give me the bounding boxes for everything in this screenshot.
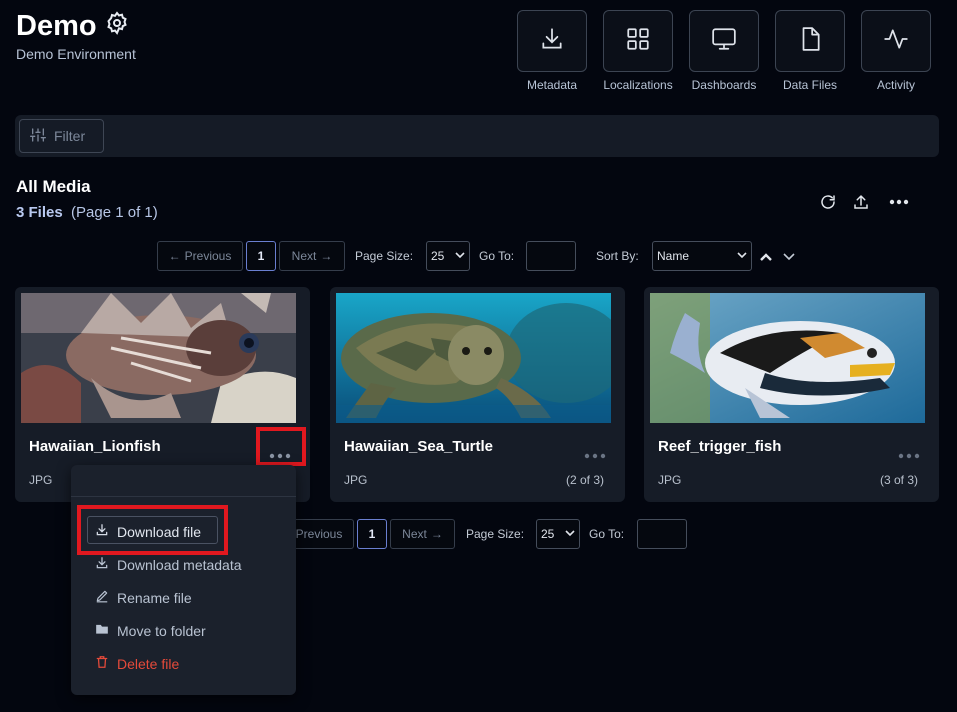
file-context-menu: Download file Download metadata Rename f… — [71, 465, 296, 695]
sort-by-label: Sort By: — [596, 249, 639, 263]
download-icon — [539, 26, 565, 57]
nav-activity-label: Activity — [876, 78, 915, 92]
card-name[interactable]: Hawaiian_Lionfish — [29, 438, 161, 455]
arrow-right-icon: → — [430, 527, 443, 541]
goto-input[interactable] — [526, 241, 576, 271]
lionfish-thumbnail[interactable] — [21, 293, 296, 423]
trigger-fish-thumbnail[interactable] — [650, 293, 925, 423]
menu-item-delete-file[interactable]: Delete file — [95, 655, 179, 672]
filter-button[interactable]: Filter — [19, 119, 104, 153]
filter-label: Filter — [54, 128, 86, 144]
activity-icon — [883, 26, 909, 57]
sea-turtle-thumbnail[interactable] — [336, 293, 611, 423]
goto-input-bottom[interactable] — [637, 519, 687, 549]
trash-icon — [95, 655, 109, 672]
nav-dashboards[interactable]: Dashboards — [689, 10, 759, 92]
sort-by-value: Name — [657, 249, 690, 263]
section-title: All Media — [16, 177, 91, 196]
gear-icon[interactable] — [105, 10, 129, 43]
page-size-select-bottom[interactable]: 25 — [536, 519, 580, 549]
download-icon — [95, 556, 109, 573]
menu-item-download-metadata[interactable]: Download metadata — [95, 556, 242, 573]
menu-item-move-to-folder[interactable]: Move to folder — [95, 622, 206, 639]
previous-button[interactable]: ← Previous — [157, 241, 243, 271]
menu-item-label: Download metadata — [117, 556, 242, 573]
menu-divider — [71, 496, 296, 497]
goto-label-bottom: Go To: — [589, 527, 625, 541]
media-card[interactable]: Reef_trigger_fish JPG (3 of 3) — [644, 287, 939, 502]
page-size-value: 25 — [431, 249, 445, 263]
chevron-down-icon — [455, 249, 465, 263]
menu-item-label: Rename file — [117, 589, 192, 606]
goto-label: Go To: — [479, 249, 515, 263]
page-title-text: Demo — [16, 10, 97, 42]
next-button-bottom[interactable]: Next → — [390, 519, 455, 549]
next-label: Next — [402, 527, 427, 541]
next-button[interactable]: Next → — [279, 241, 345, 271]
page-title: Demo — [16, 10, 129, 43]
pencil-icon — [95, 589, 109, 606]
grid-icon — [625, 26, 651, 57]
card-position: (2 of 3) — [565, 473, 604, 487]
card-type: JPG — [344, 473, 368, 487]
nav-activity[interactable]: Activity — [861, 10, 931, 92]
card-position: (3 of 3) — [879, 473, 918, 487]
previous-label: Previous — [184, 249, 232, 263]
page-1-button[interactable]: 1 — [246, 241, 276, 271]
sort-ascending-icon[interactable] — [759, 250, 773, 268]
refresh-icon[interactable] — [818, 192, 838, 212]
media-card[interactable]: Hawaiian_Sea_Turtle JPG (2 of 3) — [330, 287, 625, 502]
card-name[interactable]: Hawaiian_Sea_Turtle — [344, 438, 493, 455]
file-icon — [797, 26, 823, 57]
more-options-icon[interactable] — [889, 192, 909, 212]
page-size-select[interactable]: 25 — [426, 241, 470, 271]
next-label: Next — [291, 249, 317, 263]
nav-localizations[interactable]: Localizations — [603, 10, 673, 92]
menu-item-rename-file[interactable]: Rename file — [95, 589, 192, 606]
page-size-label-bottom: Page Size: — [466, 527, 525, 541]
folder-icon — [95, 622, 109, 639]
sort-descending-icon[interactable] — [782, 250, 796, 268]
page-1-button-bottom[interactable]: 1 — [357, 519, 387, 549]
file-count: 3 Files (Page 1 of 1) — [16, 204, 158, 221]
page-size-value: 25 — [541, 527, 555, 541]
more-options-icon[interactable] — [584, 446, 606, 464]
file-count-value: 3 Files — [16, 204, 63, 221]
filter-bar: Filter — [15, 115, 939, 157]
previous-label: Previous — [295, 527, 343, 541]
page-subtitle: Demo Environment — [16, 46, 136, 62]
upload-icon[interactable] — [851, 192, 871, 212]
download-highlight — [77, 505, 228, 555]
sort-by-select[interactable]: Name — [652, 241, 752, 271]
card-type: JPG — [658, 473, 682, 487]
monitor-icon — [711, 26, 737, 57]
chevron-down-icon — [737, 249, 747, 263]
card-type: JPG — [29, 473, 53, 487]
arrow-right-icon: → — [320, 249, 333, 263]
options-highlight — [256, 427, 306, 466]
arrow-left-icon: ← — [168, 249, 181, 263]
more-options-icon[interactable] — [898, 446, 920, 464]
page-size-label: Page Size: — [355, 249, 414, 263]
sliders-icon — [30, 127, 46, 146]
card-name[interactable]: Reef_trigger_fish — [658, 438, 781, 455]
page-info: (Page 1 of 1) — [71, 204, 158, 221]
chevron-down-icon — [565, 527, 575, 541]
menu-item-label: Move to folder — [117, 622, 206, 639]
nav-data-files[interactable]: Data Files — [775, 10, 845, 92]
nav-metadata[interactable]: Metadata — [517, 10, 587, 92]
menu-item-label: Delete file — [117, 655, 180, 672]
